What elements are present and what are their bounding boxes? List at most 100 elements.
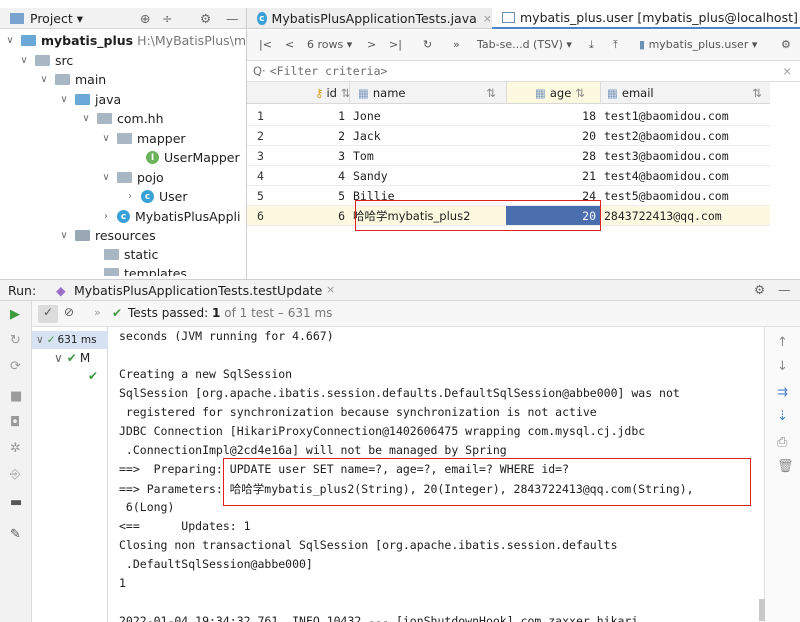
- gear-icon[interactable]: ⚙: [200, 11, 211, 26]
- tree-item-src[interactable]: ∨ src: [18, 51, 73, 70]
- chevron-down-icon[interactable]: ∨: [38, 74, 50, 85]
- tab-tests-java[interactable]: c MybatisPlusApplicationTests.java ×: [247, 8, 492, 29]
- collapse-icon[interactable]: ÷: [162, 11, 172, 26]
- close-icon[interactable]: ×: [326, 283, 335, 296]
- tree-item-resources[interactable]: ∨ resources: [58, 226, 155, 245]
- last-page-icon[interactable]: >|: [389, 38, 402, 51]
- project-view-selector[interactable]: Project ▾: [30, 11, 83, 26]
- tree-item-static[interactable]: static: [104, 245, 158, 264]
- prev-page-icon[interactable]: <: [285, 38, 294, 51]
- tree-item-main[interactable]: ∨ main: [38, 70, 106, 89]
- camera-icon[interactable]: ◘: [10, 415, 20, 430]
- rows-selector[interactable]: 6 rows ▾: [307, 38, 352, 51]
- cell-email[interactable]: test2@baomidou.com: [600, 126, 770, 145]
- chevron-down-icon[interactable]: ∨: [100, 133, 112, 144]
- arrow-up-icon[interactable]: ↑: [777, 335, 788, 350]
- row-number[interactable]: 5: [247, 186, 269, 205]
- cell-id[interactable]: 5: [269, 186, 349, 205]
- sort-icon[interactable]: ⇅: [752, 86, 762, 100]
- table-row[interactable]: 3 3 Tom 28 test3@baomidou.com: [247, 146, 770, 166]
- refresh-icon[interactable]: ↻: [423, 38, 432, 51]
- tree-item-app[interactable]: › c MybatisPlusAppli: [100, 207, 240, 226]
- cell-age[interactable]: 18: [506, 106, 600, 125]
- tree-item-templates[interactable]: templates: [104, 264, 187, 276]
- row-number[interactable]: 4: [247, 166, 269, 185]
- chevron-down-icon[interactable]: ∨: [54, 351, 63, 365]
- chevron-down-icon[interactable]: ∨: [58, 94, 70, 105]
- tree-item-java[interactable]: ∨ java: [58, 90, 121, 109]
- export-icon[interactable]: ⤓: [589, 38, 594, 52]
- gear-icon[interactable]: ⚙: [781, 38, 791, 51]
- cell-email[interactable]: test3@baomidou.com: [600, 146, 770, 165]
- table-row[interactable]: 1 1 Jone 18 test1@baomidou.com: [247, 106, 770, 126]
- table-row[interactable]: 2 2 Jack 20 test2@baomidou.com: [247, 126, 770, 146]
- print-icon[interactable]: ⎙: [777, 435, 787, 450]
- cell-email[interactable]: test5@baomidou.com: [600, 186, 770, 205]
- first-page-icon[interactable]: |<: [259, 38, 272, 51]
- chevron-right-icon[interactable]: ›: [124, 191, 136, 202]
- chevron-down-icon[interactable]: ∨: [100, 172, 112, 183]
- chevron-right-icon[interactable]: ›: [100, 211, 112, 222]
- test-tree-root[interactable]: ∨ ✓ 631 ms: [32, 331, 108, 349]
- tab-user-table[interactable]: mybatis_plus.user [mybatis_plus@localhos…: [492, 8, 800, 29]
- project-panel-header[interactable]: Project ▾ ⊕ ÷ ⚙ —: [0, 8, 246, 29]
- tree-item-mapper[interactable]: ∨ mapper: [100, 129, 185, 148]
- scrollbar[interactable]: [759, 599, 765, 621]
- tree-item-pojo[interactable]: ∨ pojo: [100, 168, 163, 187]
- more-icon[interactable]: »: [94, 306, 101, 319]
- next-page-icon[interactable]: >: [367, 38, 376, 51]
- chevron-down-icon[interactable]: ∨: [80, 113, 92, 124]
- row-number[interactable]: 2: [247, 126, 269, 145]
- locate-icon[interactable]: ⊕: [140, 11, 150, 26]
- export-format-selector[interactable]: Tab-se...d (TSV) ▾: [477, 38, 572, 51]
- cell-name[interactable]: Sandy: [349, 166, 506, 185]
- row-number[interactable]: 1: [247, 106, 269, 125]
- chevron-down-icon[interactable]: ∨: [36, 334, 44, 346]
- table-selector[interactable]: ▮ mybatis_plus.user ▾: [639, 38, 757, 51]
- hide-icon[interactable]: —: [778, 282, 791, 297]
- scroll-to-end-icon[interactable]: ⇣: [777, 409, 788, 424]
- cell-email[interactable]: test4@baomidou.com: [600, 166, 770, 185]
- column-header-email[interactable]: ▦ email ⇅: [600, 82, 770, 104]
- close-icon[interactable]: ×: [483, 12, 492, 25]
- chevron-down-icon[interactable]: ∨: [58, 230, 70, 241]
- cell-id[interactable]: 2: [269, 126, 349, 145]
- run-config-tab[interactable]: MybatisPlusApplicationTests.testUpdate: [74, 283, 322, 298]
- chevron-down-icon[interactable]: ∨: [4, 35, 16, 46]
- filter-bar[interactable]: Q· <Filter criteria> ×: [247, 61, 800, 82]
- close-icon[interactable]: ×: [782, 64, 792, 78]
- cell-name[interactable]: Jone: [349, 106, 506, 125]
- cell-email[interactable]: test1@baomidou.com: [600, 106, 770, 125]
- trash-icon[interactable]: 🗑: [777, 459, 794, 474]
- tree-item-usermapper[interactable]: I UserMapper: [146, 148, 240, 167]
- filter-input[interactable]: <Filter criteria>: [270, 64, 388, 78]
- cell-age[interactable]: 28: [506, 146, 600, 165]
- pin-icon[interactable]: ✎: [10, 527, 21, 542]
- cell-email[interactable]: 2843722413@qq.com: [600, 206, 770, 225]
- cell-name[interactable]: Jack: [349, 126, 506, 145]
- tree-item-user[interactable]: › c User: [124, 187, 188, 206]
- cell-age[interactable]: 21: [506, 166, 600, 185]
- layout-icon[interactable]: ▬: [10, 495, 22, 510]
- column-header-id[interactable]: ⚷ id ⇅: [269, 82, 351, 104]
- cell-name[interactable]: Tom: [349, 146, 506, 165]
- export-icon[interactable]: ⎆: [10, 467, 20, 482]
- cell-id[interactable]: 6: [269, 206, 349, 225]
- cell-id[interactable]: 1: [269, 106, 349, 125]
- gear-icon[interactable]: ⚙: [754, 282, 765, 297]
- rerun-icon[interactable]: ▶: [10, 307, 20, 322]
- row-number[interactable]: 3: [247, 146, 269, 165]
- cell-age[interactable]: 20: [506, 126, 600, 145]
- row-number[interactable]: 6: [247, 206, 269, 225]
- cell-id[interactable]: 3: [269, 146, 349, 165]
- settings-icon[interactable]: ✲: [10, 441, 21, 456]
- arrow-down-icon[interactable]: ↓: [777, 359, 788, 374]
- tree-item-project[interactable]: ∨ mybatis_plus H:\MyBatisPlus\myb: [4, 31, 246, 50]
- test-tree-child[interactable]: ∨ ✔ M: [54, 351, 90, 365]
- import-icon[interactable]: ⤒: [613, 38, 618, 52]
- toggle-auto-test-icon[interactable]: ⟳: [10, 359, 21, 374]
- rerun-failed-icon[interactable]: ↻: [10, 333, 21, 348]
- cell-id[interactable]: 4: [269, 166, 349, 185]
- column-header-name[interactable]: ▦ name ⇅: [349, 82, 506, 104]
- chevron-down-icon[interactable]: ∨: [18, 55, 30, 66]
